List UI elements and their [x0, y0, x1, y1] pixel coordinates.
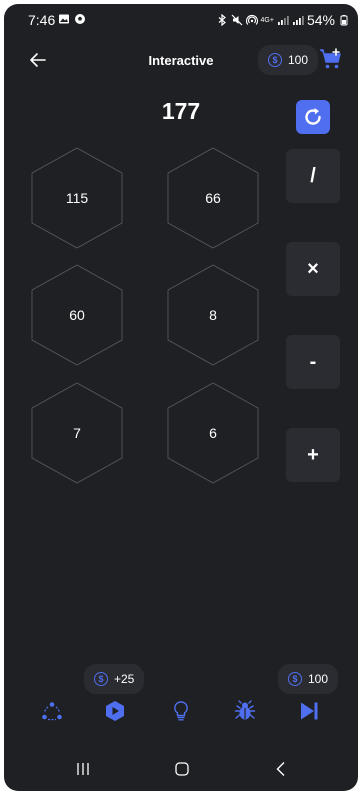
hotspot-icon: [245, 14, 258, 25]
tile-value: 8: [209, 307, 217, 323]
system-status: 4G+ 54%: [216, 12, 350, 28]
nav-tab-play[interactable]: [102, 698, 128, 724]
chevron-left-icon: [276, 762, 285, 776]
battery-icon: [340, 15, 348, 26]
reward-value: +25: [114, 672, 135, 686]
back-nav-button[interactable]: [269, 758, 293, 780]
soccer-ball-icon: [75, 14, 85, 24]
refresh-button[interactable]: [296, 100, 330, 134]
tile-value: 60: [69, 307, 85, 323]
add-button[interactable]: +: [286, 428, 340, 482]
battery-level: 54%: [306, 12, 335, 28]
coin-balance-value: 100: [288, 53, 309, 67]
number-tile-3[interactable]: 60: [31, 264, 123, 366]
nav-tab-community[interactable]: [39, 698, 65, 724]
app-header: Interactive $ 100: [4, 40, 358, 80]
tile-value: 7: [73, 425, 81, 441]
status-bar: 7:46 4G+ 54%: [4, 4, 358, 36]
bug-icon: [234, 700, 256, 720]
signal-icon: [277, 16, 289, 25]
nav-tab-report-bug[interactable]: [232, 698, 258, 724]
signal-icon-2: [292, 16, 304, 25]
nav-tab-hints[interactable]: [168, 698, 194, 724]
recent-apps-button[interactable]: [71, 758, 95, 780]
multiply-button[interactable]: ×: [286, 242, 340, 296]
home-button[interactable]: [170, 758, 194, 780]
tile-value: 66: [205, 190, 221, 206]
gallery-icon: [59, 14, 69, 24]
skip-next-icon: [301, 702, 318, 720]
coin-balance-footer-value: 100: [308, 672, 329, 686]
refresh-icon: [305, 108, 321, 125]
coin-balance-footer: $ 100: [278, 664, 339, 694]
shop-cart-button[interactable]: [318, 46, 344, 72]
mute-icon: [231, 14, 242, 26]
nav-tab-skip[interactable]: [296, 698, 322, 724]
divide-button[interactable]: /: [286, 149, 340, 203]
tile-value: 115: [65, 190, 89, 206]
number-tile-2[interactable]: 66: [167, 147, 259, 249]
coin-icon: $: [94, 672, 108, 686]
app-screen: 7:46 4G+ 54% Interactive $ 100 177 115 6…: [4, 4, 358, 791]
number-tile-6[interactable]: 6: [167, 382, 259, 484]
network-type: 4G+: [260, 16, 274, 24]
coin-icon: $: [268, 53, 282, 67]
lightbulb-icon: [174, 701, 188, 721]
system-navigation-bar: [4, 754, 358, 784]
bottom-nav: [4, 696, 358, 726]
subtract-button[interactable]: -: [286, 335, 340, 389]
group-icon: [42, 702, 62, 721]
bluetooth-icon: [218, 14, 226, 26]
recent-apps-icon: [77, 763, 89, 775]
notification-icons: [58, 13, 86, 25]
number-tile-5[interactable]: 7: [31, 382, 123, 484]
number-tile-1[interactable]: 115: [31, 147, 123, 249]
status-time: 7:46: [28, 12, 56, 28]
cart-plus-icon: [320, 48, 341, 69]
reward-badge[interactable]: $ +25: [84, 664, 145, 694]
play-hexagon-icon: [106, 701, 124, 721]
tile-value: 6: [209, 425, 217, 441]
home-icon: [175, 762, 189, 776]
coin-icon: $: [288, 672, 302, 686]
coin-balance: $ 100: [258, 45, 319, 75]
number-tile-4[interactable]: 8: [167, 264, 259, 366]
